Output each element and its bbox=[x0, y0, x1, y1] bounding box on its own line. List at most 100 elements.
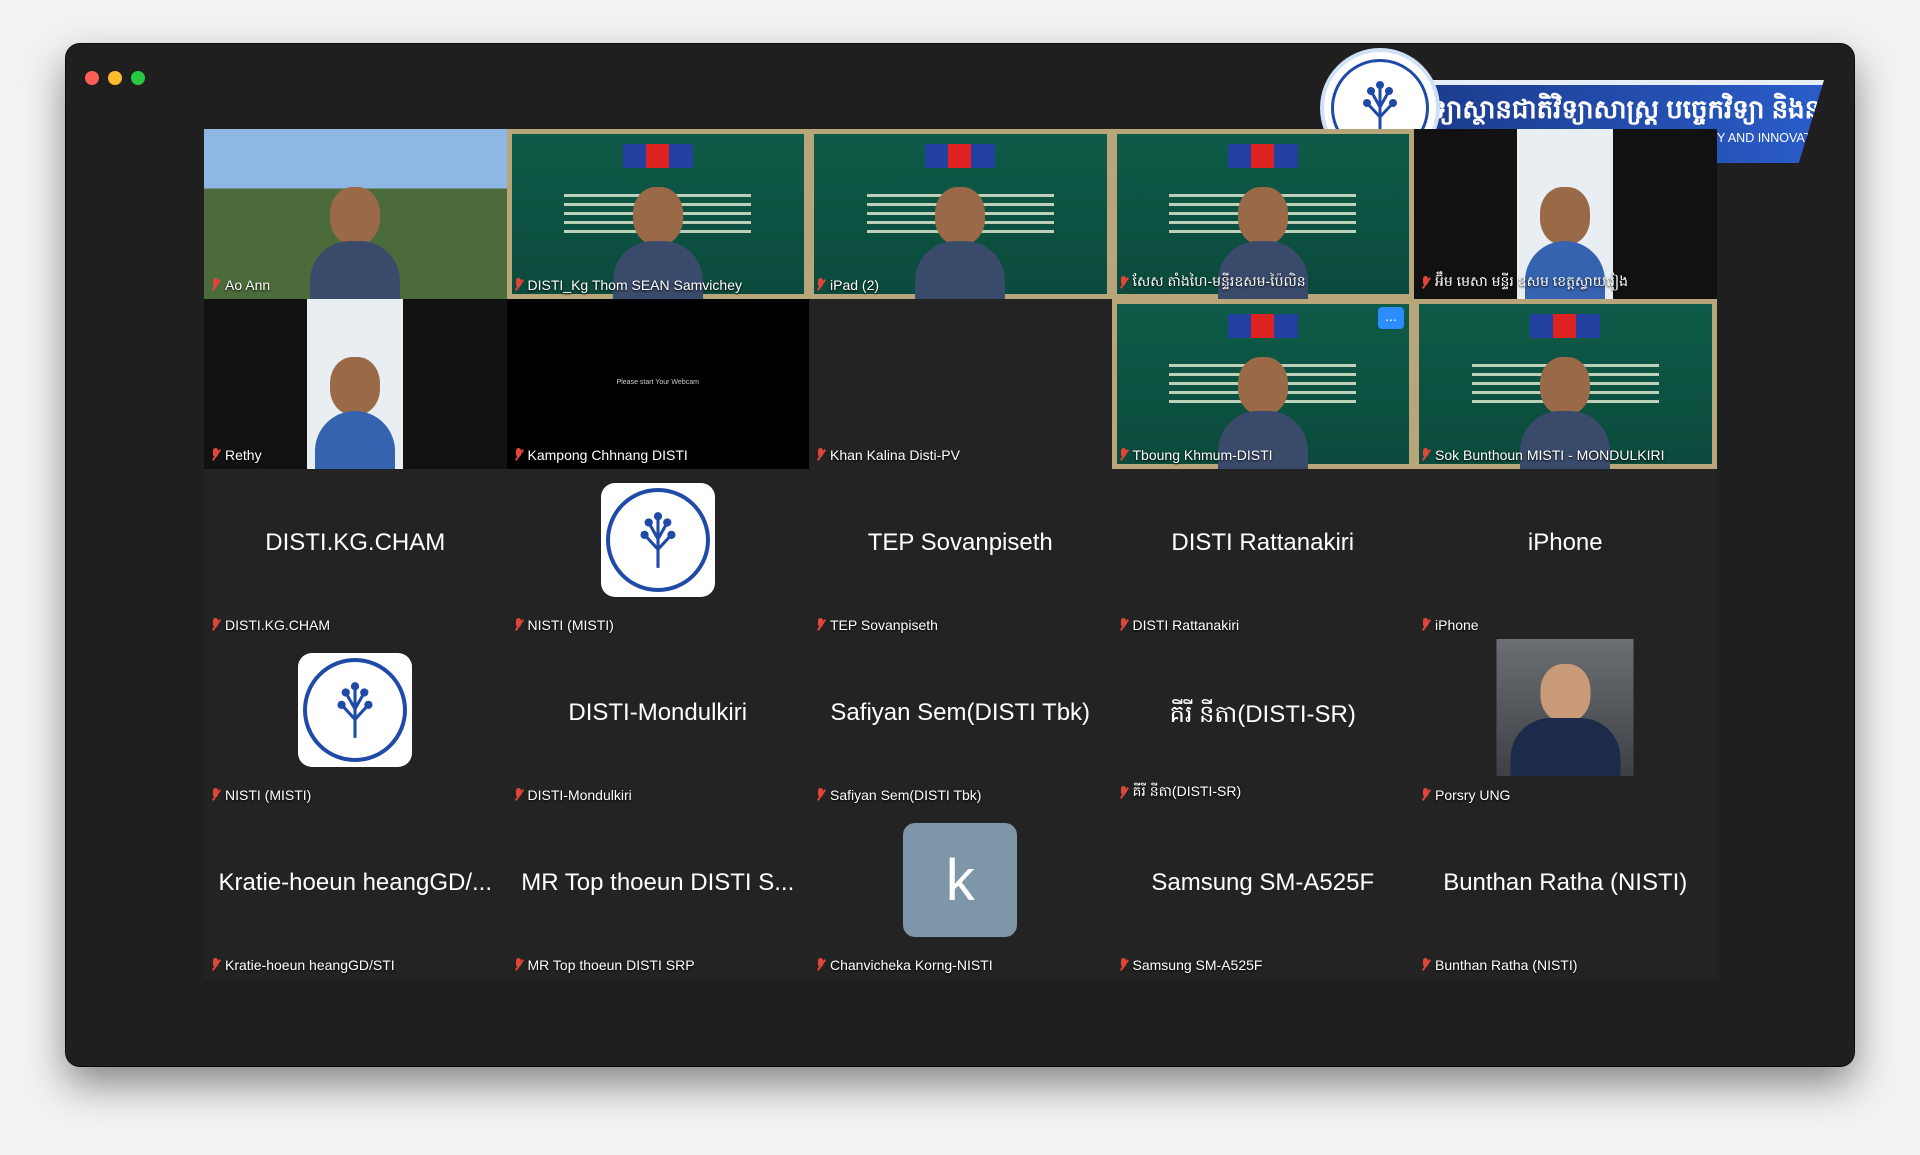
participant-tile[interactable]: Rethy bbox=[204, 299, 507, 469]
participant-name: អ៊ឹម មេសា មន្ទីរ ឧសម ខេត្តស្វាយរៀង bbox=[1435, 273, 1629, 289]
participant-tile[interactable]: DISTI.KG.CHAM DISTI.KG.CHAM bbox=[204, 469, 507, 639]
participant-tile[interactable]: Kratie-hoeun heangGD/... Kratie-hoeun hea… bbox=[204, 809, 507, 979]
participant-name-label: TEP Sovanpiseth bbox=[815, 617, 938, 633]
mic-muted-icon bbox=[1118, 275, 1130, 290]
participant-name-label: DISTI Rattanakiri bbox=[1118, 617, 1240, 633]
participant-tile[interactable]: Safiyan Sem(DISTI Tbk) Safiyan Sem(DISTI … bbox=[809, 639, 1112, 809]
mic-muted-icon bbox=[815, 788, 827, 802]
avatar-photo bbox=[1496, 639, 1634, 776]
participant-display-name: Samsung SM-A525F bbox=[1151, 869, 1375, 896]
participant-name-label: Safiyan Sem(DISTI Tbk) bbox=[815, 787, 981, 803]
participant-display-name: Safiyan Sem(DISTI Tbk) bbox=[830, 699, 1091, 726]
participant-tile[interactable]: គីរី នីតា(DISTI-SR) គីរី នីតា(DISTI-SR) bbox=[1111, 639, 1414, 809]
participant-name: Kratie-hoeun heangGD/STI bbox=[225, 957, 395, 973]
mic-muted-icon bbox=[815, 958, 827, 972]
participant-display-name: Bunthan Ratha (NISTI) bbox=[1443, 869, 1688, 896]
participant-display-name: គីរី នីតា(DISTI-SR) bbox=[1169, 701, 1356, 728]
avatar-letter: k bbox=[903, 823, 1018, 937]
participant-tile[interactable]: DISTI-Mondulkiri DISTI-Mondulkiri bbox=[506, 639, 809, 809]
mic-muted-icon bbox=[1118, 785, 1130, 800]
participant-name-label: iPhone bbox=[1420, 617, 1479, 633]
participant-name-label: DISTI-Mondulkiri bbox=[513, 787, 632, 803]
participant-tile[interactable]: MR Top thoeun DISTI S... MR Top thoeun DI… bbox=[506, 809, 809, 979]
participant-tile[interactable]: Samsung SM-A525F Samsung SM-A525F bbox=[1111, 809, 1414, 979]
participant-video bbox=[915, 179, 1006, 299]
participant-name-label: Kampong Chhnang DISTI bbox=[513, 447, 688, 463]
participant-tile[interactable]: DISTI_Kg Thom SEAN Samvichey bbox=[506, 129, 809, 299]
mic-muted-icon bbox=[513, 448, 525, 462]
flags-icon bbox=[1227, 314, 1298, 338]
participant-tile[interactable]: Bunthan Ratha (NISTI) Bunthan Ratha (NIST… bbox=[1414, 809, 1717, 979]
participant-tile[interactable]: Porsry UNG bbox=[1414, 639, 1717, 809]
participant-tile[interactable]: iPhone iPhone bbox=[1414, 469, 1717, 639]
participant-name: Bunthan Ratha (NISTI) bbox=[1435, 957, 1578, 973]
zoom-window-button[interactable] bbox=[131, 71, 145, 85]
participant-name: Samsung SM-A525F bbox=[1132, 957, 1263, 973]
participant-tile[interactable]: Khan Kalina Disti-PV bbox=[809, 299, 1112, 469]
participant-tile[interactable]: ... Tboung Khmum-DISTI bbox=[1111, 299, 1414, 469]
flags-icon bbox=[1530, 314, 1601, 338]
participant-tile[interactable]: TEP Sovanpiseth TEP Sovanpiseth bbox=[809, 469, 1112, 639]
participant-name: Safiyan Sem(DISTI Tbk) bbox=[830, 787, 982, 803]
mic-muted-icon bbox=[815, 448, 827, 462]
mic-muted-icon bbox=[513, 788, 525, 802]
participant-name-label: NISTI (MISTI) bbox=[210, 787, 311, 803]
mic-muted-icon bbox=[210, 788, 222, 802]
participant-tile[interactable]: Ao Ann bbox=[204, 129, 507, 299]
window-controls bbox=[85, 71, 145, 85]
participant-display-name: iPhone bbox=[1527, 529, 1603, 556]
mic-muted-icon bbox=[1118, 958, 1130, 972]
mic-muted-icon bbox=[210, 278, 222, 292]
participant-display-name: TEP Sovanpiseth bbox=[867, 529, 1053, 556]
participant-name: DISTI Rattanakiri bbox=[1132, 617, 1240, 633]
participant-name-label: Sok Bunthoun MISTI - MONDULKIRI bbox=[1420, 447, 1665, 463]
participant-name: NISTI (MISTI) bbox=[225, 787, 312, 803]
nisti-logo-icon bbox=[600, 483, 715, 597]
participant-name: DISTI_Kg Thom SEAN Samvichey bbox=[527, 277, 742, 293]
participant-name: iPhone bbox=[1435, 617, 1479, 633]
participant-name-label: អ៊ឹម មេសា មន្ទីរ ឧសម ខេត្តស្វាយរៀង bbox=[1420, 272, 1628, 293]
participant-name-label: Kratie-hoeun heangGD/STI bbox=[210, 957, 395, 973]
banner-khmer-title: វិទ្យាស្ថានជាតិវិទ្យាសាស្ត្រ បច្ចេកវិទ្យ… bbox=[1422, 94, 1854, 124]
participant-name-label: Tboung Khmum-DISTI bbox=[1118, 447, 1273, 463]
participant-name-label: Chanvicheka Korng-NISTI bbox=[815, 957, 993, 973]
nisti-logo-icon bbox=[298, 653, 413, 767]
participant-name-label: សែស តាំងហៃ-មន្ទីរ​ឧសម-ប៉ៃលិន bbox=[1118, 272, 1306, 293]
participant-tile[interactable]: iPad (2) bbox=[809, 129, 1112, 299]
participant-tile[interactable]: Sok Bunthoun MISTI - MONDULKIRI bbox=[1414, 299, 1717, 469]
close-window-button[interactable] bbox=[85, 71, 99, 85]
participant-name-label: Samsung SM-A525F bbox=[1118, 957, 1263, 973]
flags-icon bbox=[622, 144, 693, 168]
participant-name: MR Top thoeun DISTI SRP bbox=[527, 957, 695, 973]
participant-name-label: Rethy bbox=[210, 447, 262, 463]
participant-name: NISTI (MISTI) bbox=[527, 617, 614, 633]
participant-name: TEP Sovanpiseth bbox=[830, 617, 938, 633]
participant-display-name: DISTI Rattanakiri bbox=[1171, 529, 1355, 556]
participant-name: គីរី នីតា(DISTI-SR) bbox=[1132, 783, 1242, 799]
participant-tile[interactable]: NISTI (MISTI) bbox=[204, 639, 507, 809]
participant-name-label: Khan Kalina Disti-PV bbox=[815, 447, 960, 463]
minimize-window-button[interactable] bbox=[108, 71, 122, 85]
mic-muted-icon bbox=[815, 278, 827, 292]
participant-tile[interactable]: សែស តាំងហៃ-មន្ទីរ​ឧសម-ប៉ៃលិន bbox=[1111, 129, 1414, 299]
mic-muted-icon bbox=[210, 958, 222, 972]
mic-muted-icon bbox=[1118, 448, 1130, 462]
webcam-message: Please start Your Webcam bbox=[616, 379, 699, 386]
flags-icon bbox=[1227, 144, 1298, 168]
participant-name: Khan Kalina Disti-PV bbox=[830, 447, 960, 463]
participant-tile[interactable]: DISTI Rattanakiri DISTI Rattanakiri bbox=[1111, 469, 1414, 639]
participant-name: Kampong Chhnang DISTI bbox=[527, 447, 688, 463]
participant-tile[interactable]: k Chanvicheka Korng-NISTI bbox=[809, 809, 1112, 979]
participant-tile[interactable]: Please start Your Webcam Kampong Chhnang … bbox=[506, 299, 809, 469]
participant-name-label: Porsry UNG bbox=[1420, 787, 1510, 803]
mic-muted-icon bbox=[210, 618, 222, 632]
participant-name-label: Bunthan Ratha (NISTI) bbox=[1420, 957, 1577, 973]
participant-display-name: DISTI.KG.CHAM bbox=[265, 529, 446, 556]
more-options-button[interactable]: ... bbox=[1378, 307, 1404, 329]
mic-muted-icon bbox=[1118, 618, 1130, 632]
mic-muted-icon bbox=[210, 448, 222, 462]
mic-muted-icon bbox=[1420, 958, 1432, 972]
participant-name: Tboung Khmum-DISTI bbox=[1132, 447, 1273, 463]
participant-tile[interactable]: អ៊ឹម មេសា មន្ទីរ ឧសម ខេត្តស្វាយរៀង bbox=[1414, 129, 1717, 299]
participant-tile[interactable]: NISTI (MISTI) bbox=[506, 469, 809, 639]
